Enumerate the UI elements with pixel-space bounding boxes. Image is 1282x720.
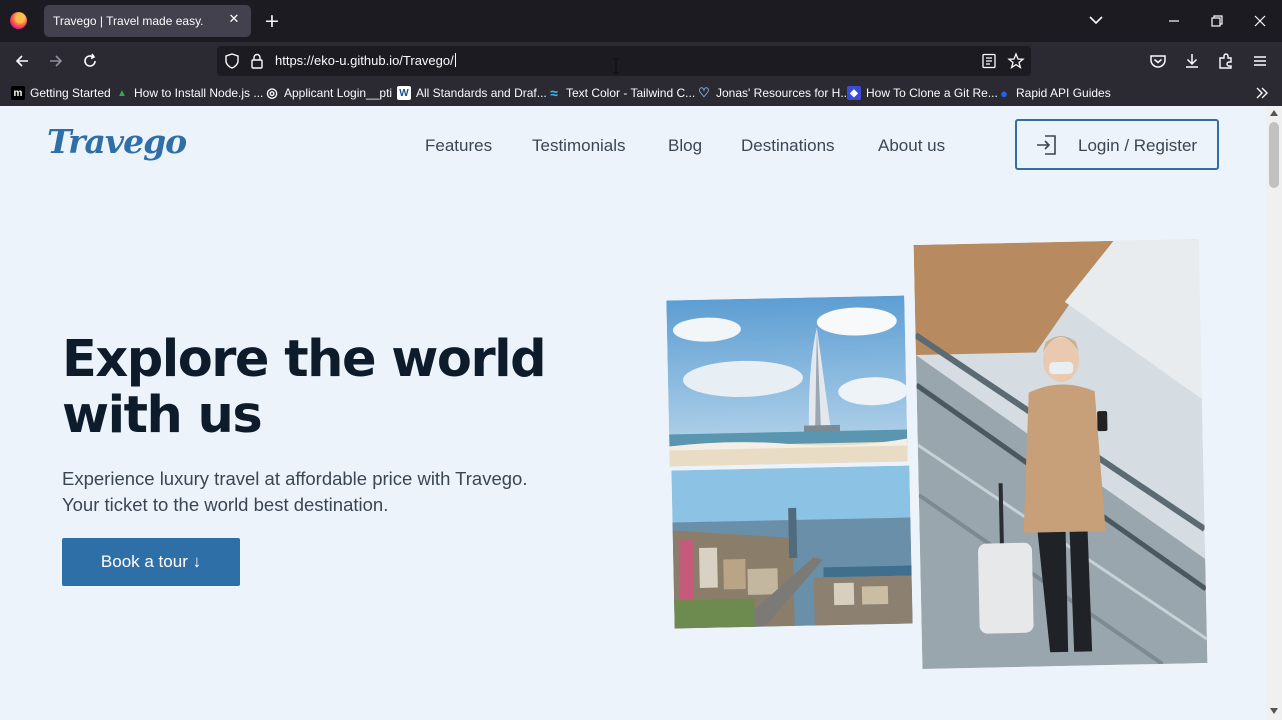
pocket-icon[interactable] <box>1148 51 1168 71</box>
nav-link-testimonials[interactable]: Testimonials <box>532 136 626 156</box>
extensions-icon[interactable] <box>1216 51 1236 71</box>
bookmark-label: Getting Started <box>30 86 111 100</box>
photo-traveler-escalator <box>913 239 1208 669</box>
hero-title-line-2: with us <box>62 386 263 445</box>
lock-icon[interactable] <box>249 52 265 70</box>
nav-link-features[interactable]: Features <box>425 136 492 156</box>
browser-tab-active[interactable]: Travego | Travel made easy. ✕ <box>44 5 251 37</box>
hero-subtitle-line-1: Experience luxury travel at affordable p… <box>62 468 528 489</box>
browser-tab-strip: Travego | Travel made easy. ✕ + <box>0 0 1282 42</box>
bookmark-label: How to Install Node.js ... <box>134 86 264 100</box>
reader-view-icon[interactable] <box>981 53 997 69</box>
bookmark-item[interactable]: ▲ How to Install Node.js ... <box>115 84 263 102</box>
w3c-icon: W <box>397 86 411 100</box>
bookmark-label: Jonas' Resources for H... <box>716 86 851 100</box>
browser-toolbar: https://eko-u.github.io/Travego/ <box>0 42 1282 80</box>
tab-title: Travego | Travel made easy. <box>53 14 204 28</box>
tab-close-icon[interactable]: ✕ <box>225 11 243 29</box>
bookmark-item[interactable]: W All Standards and Draf... <box>397 84 547 102</box>
tailwind-icon: ≈ <box>550 85 558 101</box>
more-bookmarks-chevron-icon[interactable] <box>1254 85 1270 101</box>
book-a-tour-label: Book a tour ↓ <box>100 552 202 571</box>
bookmarks-toolbar: m Getting Started ▲ How to Install Node.… <box>0 80 1282 106</box>
tracking-shield-icon[interactable] <box>223 52 241 70</box>
hero-subtitle: Experience luxury travel at affordable p… <box>62 466 582 518</box>
login-icon <box>1037 135 1056 155</box>
nav-link-about-us[interactable]: About us <box>878 136 945 156</box>
medium-icon: m <box>11 86 25 100</box>
forward-arrow-icon[interactable] <box>46 51 66 71</box>
bookmark-star-icon[interactable] <box>1007 52 1025 70</box>
scroll-down-arrow-icon[interactable] <box>1270 708 1278 714</box>
site-logo[interactable]: Travego <box>47 122 187 161</box>
minimize-icon[interactable] <box>1163 10 1185 32</box>
rapidapi-icon: ● <box>1000 85 1008 101</box>
url-text[interactable]: https://eko-u.github.io/Travego/ <box>275 53 456 68</box>
new-tab-icon[interactable]: + <box>262 11 282 31</box>
page-scrollbar[interactable] <box>1266 106 1282 720</box>
restore-icon[interactable] <box>1206 10 1228 32</box>
scroll-thumb[interactable] <box>1269 122 1279 188</box>
globe-icon: ◎ <box>266 85 278 100</box>
bookmark-item[interactable]: ◎ Applicant Login__pti <box>265 84 392 102</box>
bookmark-item[interactable]: ♡ Jonas' Resources for H... <box>697 84 850 102</box>
hamburger-menu-icon[interactable] <box>1250 51 1270 71</box>
scroll-up-arrow-icon[interactable] <box>1270 110 1278 116</box>
bookmark-item[interactable]: ≈ Text Color - Tailwind C... <box>547 84 695 102</box>
bookmark-label: All Standards and Draf... <box>416 86 547 100</box>
bookmark-label: Applicant Login__pti <box>284 86 393 100</box>
google-drive-icon: ▲ <box>117 87 127 99</box>
heart-icon: ♡ <box>698 85 710 100</box>
photo-burj-al-arab <box>666 295 908 467</box>
downloads-icon[interactable] <box>1182 51 1202 71</box>
book-a-tour-button[interactable]: Book a tour ↓ <box>62 538 240 586</box>
address-bar[interactable]: https://eko-u.github.io/Travego/ <box>217 46 1031 76</box>
close-window-icon[interactable] <box>1249 10 1271 32</box>
nav-link-blog[interactable]: Blog <box>668 136 702 156</box>
nav-link-destinations[interactable]: Destinations <box>741 136 835 156</box>
text-cursor-icon <box>613 58 619 74</box>
login-register-label: Login / Register <box>1078 136 1198 155</box>
reload-icon[interactable] <box>80 51 100 71</box>
git-article-icon: ◆ <box>847 86 861 100</box>
bookmark-item[interactable]: m Getting Started <box>11 84 111 102</box>
hero-title: Explore the world with us <box>62 332 622 444</box>
hero-title-line-1: Explore the world <box>62 330 547 389</box>
photo-city-skyline <box>671 465 913 629</box>
bookmark-label: Rapid API Guides <box>1016 86 1111 100</box>
bookmark-label: How To Clone a Git Re... <box>866 86 998 100</box>
list-all-tabs-icon[interactable] <box>1086 10 1106 30</box>
bookmark-label: Text Color - Tailwind C... <box>566 86 696 100</box>
bookmark-item[interactable]: ◆ How To Clone a Git Re... <box>847 84 998 102</box>
web-page: Travego Features Testimonials Blog Desti… <box>0 106 1266 720</box>
firefox-logo-icon <box>10 12 27 29</box>
hero-subtitle-line-2: Your ticket to the world best destinatio… <box>62 494 389 515</box>
back-arrow-icon[interactable] <box>12 51 32 71</box>
bookmark-item[interactable]: ● Rapid API Guides <box>997 84 1111 102</box>
login-register-button[interactable]: Login / Register <box>1015 119 1219 170</box>
